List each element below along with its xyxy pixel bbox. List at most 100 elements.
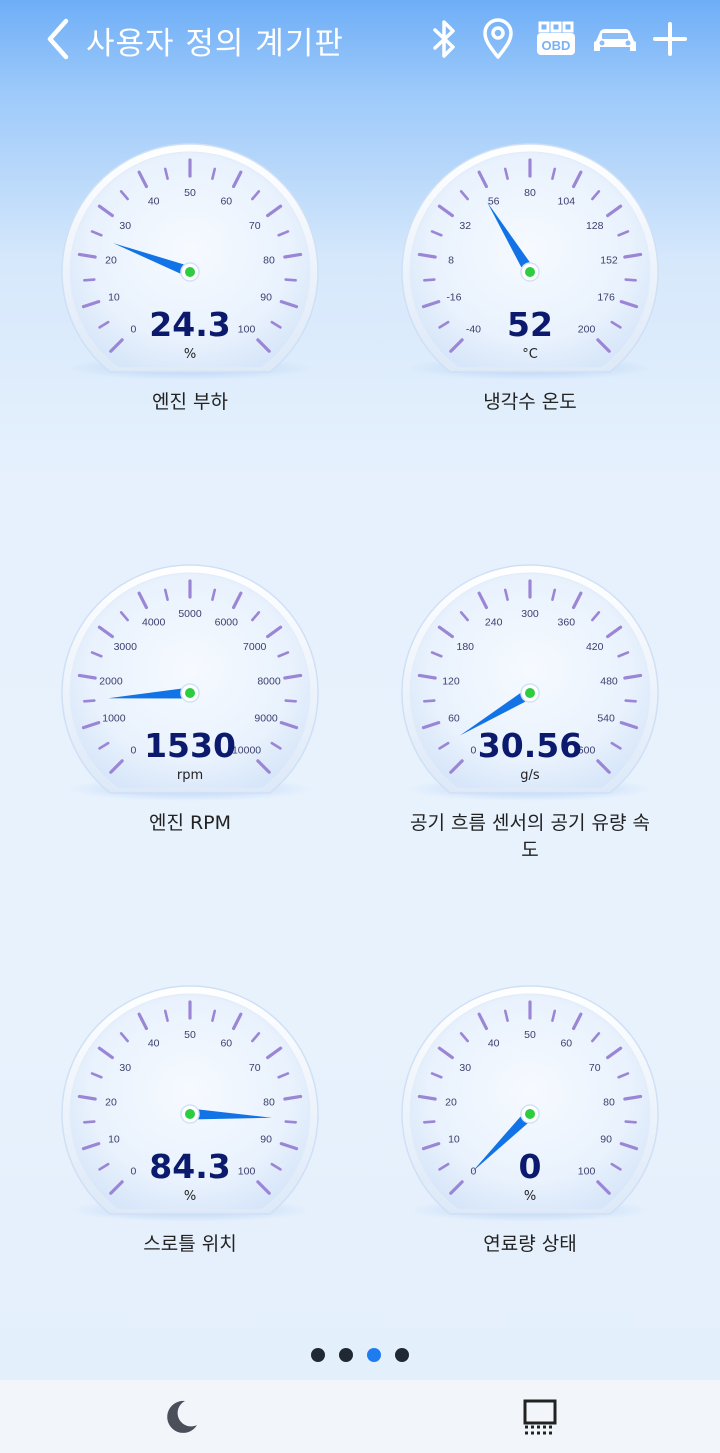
- gauge-value: 0: [519, 1147, 542, 1186]
- tick-label: 90: [260, 292, 272, 304]
- back-button[interactable]: [40, 14, 76, 64]
- tick-label: 180: [457, 641, 475, 653]
- gauge-unit: %: [184, 347, 196, 362]
- gauge-value: 84.3: [149, 1147, 230, 1186]
- gauge-dial: 0 10 20 30 40 50 60 70 80 90 100 84.3%: [61, 985, 319, 1222]
- tick-label: 50: [524, 1029, 536, 1041]
- tick-label: 50: [184, 187, 196, 199]
- tick-label: 3000: [114, 641, 138, 653]
- tick-label: 60: [560, 1038, 572, 1050]
- gauge-dial: 0 10 20 30 40 50 60 70 80 90 100 0%: [401, 985, 659, 1222]
- tick-label: 0: [471, 745, 477, 757]
- tick-label: 104: [558, 196, 576, 208]
- minor-tick: [284, 699, 297, 703]
- tick-label: 80: [263, 254, 275, 266]
- tick-label: 480: [600, 675, 618, 687]
- tick-label: 176: [597, 292, 615, 304]
- tick-label: 70: [249, 220, 261, 232]
- gauge-label: 엔진 RPM: [148, 812, 232, 834]
- gauge-engine-load[interactable]: 0 10 20 30 40 50 60 70 80 90 100 24.3% 엔진 부하: [10, 140, 370, 560]
- gauge-label: 냉각수 온도: [483, 391, 577, 413]
- vehicle-button[interactable]: [590, 16, 640, 62]
- gauge-label: 스로틀 위치: [143, 1233, 237, 1255]
- tick-label: 30: [119, 1062, 131, 1074]
- tick-label: 100: [238, 1166, 256, 1178]
- bluetooth-icon: [433, 20, 455, 58]
- gauge-value: 30.56: [478, 726, 582, 765]
- tick-label: 4000: [142, 617, 166, 629]
- minor-tick: [624, 1120, 637, 1124]
- needle-hub-dot: [525, 688, 535, 698]
- page-dot[interactable]: [395, 1348, 409, 1362]
- tick-label: 540: [597, 713, 615, 725]
- gauge-throttle-position[interactable]: 0 10 20 30 40 50 60 70 80 90 100 84.3% 스로틀 위치: [10, 982, 370, 1402]
- tick-label: 60: [448, 713, 460, 725]
- location-button[interactable]: [478, 16, 518, 62]
- tick-label: 20: [105, 254, 117, 266]
- tick-label: 40: [148, 196, 160, 208]
- needle-hub-dot: [185, 267, 195, 277]
- needle-hub-dot: [525, 267, 535, 277]
- tick-label: 6000: [215, 617, 239, 629]
- minor-tick: [83, 699, 96, 703]
- gauge-engine-rpm[interactable]: 0 1000 2000 3000 4000 5000 6000 7000 8000 9000 100…: [10, 561, 370, 981]
- add-gauge-button[interactable]: [650, 16, 690, 62]
- obd-button[interactable]: OBD: [534, 16, 578, 62]
- tick-label: 9000: [254, 713, 278, 725]
- minor-tick: [423, 699, 436, 703]
- car-icon: [594, 29, 636, 51]
- tick-label: 60: [220, 1038, 232, 1050]
- tick-label: 128: [586, 220, 604, 232]
- page-dot[interactable]: [339, 1348, 353, 1362]
- tick-label: 0: [471, 1166, 477, 1178]
- tick-label: 8000: [257, 675, 281, 687]
- page-dot-active[interactable]: [367, 1348, 381, 1362]
- tick-label: 10: [108, 292, 120, 304]
- tick-label: 240: [485, 617, 503, 629]
- tick-label: 20: [445, 1096, 457, 1108]
- tick-label: 40: [488, 1038, 500, 1050]
- night-mode-icon: [167, 1400, 197, 1433]
- gauge-dial: 06012018024030036042048054060030.56g/s: [401, 564, 659, 801]
- gauge-value: 52: [507, 305, 553, 344]
- tick-label: 0: [131, 324, 137, 336]
- needle-hub-dot: [525, 1109, 535, 1119]
- page-title: 사용자 정의 계기판: [86, 26, 344, 62]
- obd-icon: OBD: [537, 21, 575, 55]
- svg-text:OBD: OBD: [542, 38, 571, 53]
- gauge-coolant-temp[interactable]: -40 -16 8 32 56 80 104 128 152 176 200 52 °C 냉각수 온도: [350, 140, 710, 560]
- gauge-maf-airflow[interactable]: 0 60 120 180 240 300 360 420 480 540 600 30.56 g/s 공…: [350, 561, 710, 981]
- tick-label: 100: [238, 324, 256, 336]
- tick-label: 70: [249, 1062, 261, 1074]
- tick-label: 1000: [102, 713, 126, 725]
- night-mode-button[interactable]: [153, 1392, 209, 1442]
- gauge-label-line1: 공기 흐름 센서의 공기 유량 속: [410, 812, 650, 834]
- tick-label: 2000: [99, 675, 123, 687]
- tick-label: 120: [442, 675, 460, 687]
- layout-button[interactable]: [512, 1392, 568, 1442]
- gauge-fuel-level[interactable]: 0 10 20 30 40 50 60 70 80 90 100 0% 연료량 상태: [350, 982, 710, 1402]
- tick-label: 100: [578, 1166, 596, 1178]
- tick-label: 0: [131, 1166, 137, 1178]
- minor-tick: [423, 1120, 436, 1124]
- tick-label: 90: [600, 1134, 612, 1146]
- bluetooth-button[interactable]: [428, 16, 462, 62]
- tick-label: 90: [260, 1134, 272, 1146]
- tick-label: 10000: [232, 745, 261, 757]
- tick-label: 10: [108, 1134, 120, 1146]
- top-app-bar: 사용자 정의 계기판 OBD: [0, 0, 720, 80]
- gauge-value: 24.3: [149, 305, 230, 344]
- minor-tick: [284, 1120, 297, 1124]
- needle-hub-dot: [185, 1109, 195, 1119]
- tick-label: 30: [459, 1062, 471, 1074]
- tick-label: 32: [459, 220, 471, 232]
- needle-hub-dot: [185, 688, 195, 698]
- gauge-unit: g/s: [520, 768, 540, 783]
- gauge-dial: 0 10 20 30 40 50 60 70 80 90 100 24.3%: [61, 143, 319, 380]
- page-dot[interactable]: [311, 1348, 325, 1362]
- tick-label: 152: [600, 254, 618, 266]
- layout-screen-icon: [523, 1399, 557, 1435]
- minor-tick: [624, 699, 637, 703]
- tick-label: 40: [148, 1038, 160, 1050]
- tick-label: 50: [184, 1029, 196, 1041]
